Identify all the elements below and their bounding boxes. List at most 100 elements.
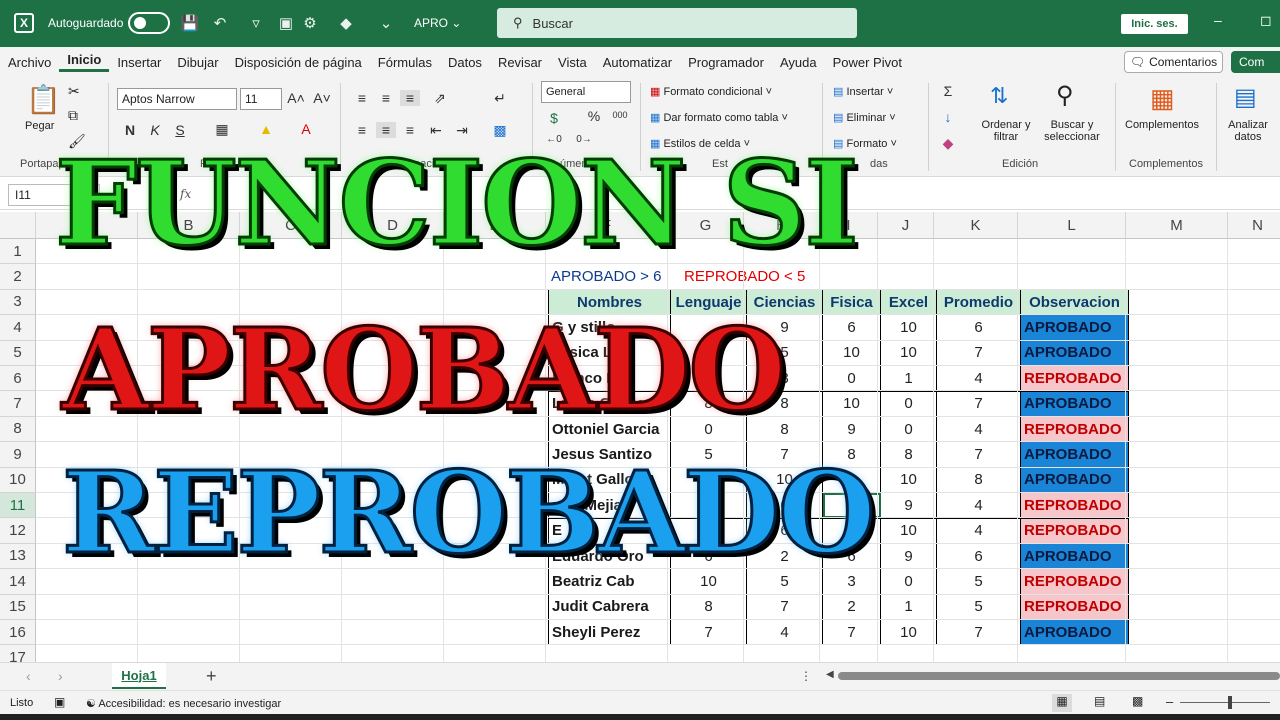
tab-ayuda[interactable]: Ayuda [772,55,825,70]
tab-automatizar[interactable]: Automatizar [595,55,680,70]
font-color-icon[interactable]: A [296,121,316,137]
row-header-8[interactable]: 8 [0,416,36,443]
cell-excel[interactable]: 0 [880,415,937,443]
increase-font-icon[interactable]: A˄ [286,90,306,106]
tab-inicio[interactable]: Inicio [59,52,110,72]
cell-obs[interactable]: REPROBADO [1020,415,1129,443]
cell-excel[interactable]: 10 [880,619,937,646]
font-name-select[interactable]: Aptos Narrow [117,88,237,110]
percent-icon[interactable]: % [584,108,604,124]
analyze-data-button[interactable]: Analizar datos [1226,119,1270,143]
tab-programador[interactable]: Programador [680,55,772,70]
addins-icon[interactable]: ▦ [1150,83,1175,114]
decrease-font-icon[interactable]: A˅ [312,90,332,106]
more-options-icon[interactable]: ⋮ [800,669,812,683]
column-header-l[interactable]: L [1018,212,1126,239]
tab-archivo[interactable]: Archivo [0,55,59,70]
tab-power-pivot[interactable]: Power Pivot [825,55,910,70]
sort-filter-button[interactable]: Ordenar y filtrar [978,119,1034,143]
row-header-4[interactable]: 4 [0,315,36,341]
column-header-m[interactable]: M [1126,212,1228,239]
page-break-view-icon[interactable]: ▩ [1132,694,1143,708]
clear-icon[interactable]: ◆ [938,135,958,152]
format-as-table-button[interactable]: ▦ Dar formato como tabla ˅ [650,111,788,124]
cell-lenguaje[interactable]: 8 [670,593,747,621]
shape-icon[interactable]: ◆ [336,13,356,33]
row-header-1[interactable]: 1 [0,239,36,265]
select-all-corner[interactable] [0,212,36,239]
cut-icon[interactable]: ✂ [68,83,80,100]
page-layout-view-icon[interactable]: ▤ [1094,694,1105,708]
row-header-7[interactable]: 7 [0,391,36,417]
row-header-9[interactable]: 9 [0,442,36,468]
cell-ciencias[interactable]: 7 [746,593,823,621]
row-header-13[interactable]: 13 [0,543,36,570]
form-icon[interactable]: ▣ [276,13,296,33]
cell-promedio[interactable]: 4 [936,415,1021,443]
tab-insertar[interactable]: Insertar [109,55,169,70]
cell-promedio[interactable]: 6 [936,314,1021,341]
cell-promedio[interactable]: 4 [936,365,1021,392]
horizontal-scrollbar[interactable] [838,672,1280,680]
addins-button[interactable]: Complementos [1125,119,1199,131]
cell-obs[interactable]: REPROBADO [1020,365,1129,392]
sign-in-button[interactable]: Inic. ses. [1121,14,1188,34]
row-header-12[interactable]: 12 [0,518,36,544]
cell-promedio[interactable]: 6 [936,542,1021,570]
cell-excel[interactable]: 0 [880,568,937,595]
column-header-j[interactable]: J [878,212,934,239]
cell-excel[interactable]: 9 [880,492,937,519]
orientation-icon[interactable]: ⇗ [430,90,450,107]
row-header-6[interactable]: 6 [0,366,36,392]
font-size-select[interactable]: 11 [240,88,282,110]
search-box[interactable]: ⚲ Buscar [497,8,857,38]
cell-obs[interactable]: REPROBADO [1020,492,1129,519]
zoom-out-icon[interactable]: – [1166,694,1173,709]
cell-ciencias[interactable]: 4 [746,619,823,646]
customize-toolbar-icon[interactable]: ⌄ [376,13,396,33]
file-name[interactable]: APRO ⌄ [414,16,461,30]
cell-excel[interactable]: 10 [880,339,937,367]
fill-color-icon[interactable]: ▲ [256,121,276,137]
share-button[interactable]: Com [1231,51,1280,73]
row-header-15[interactable]: 15 [0,594,36,620]
macro-icon[interactable]: ⚙ [300,13,320,33]
row-header-11[interactable]: 11 [0,493,36,519]
wrap-text-icon[interactable]: ↵ [490,90,510,107]
align-bottom-icon[interactable]: ≡ [400,90,420,106]
cell-promedio[interactable]: 8 [936,466,1021,494]
row-header-3[interactable]: 3 [0,289,36,316]
fill-icon[interactable]: ↓ [938,109,958,125]
cell-excel[interactable]: 10 [880,517,937,544]
filter-icon[interactable]: ▿ [246,13,266,33]
column-header-n[interactable]: N [1228,212,1280,239]
row-header-2[interactable]: 2 [0,264,36,290]
autosave-toggle[interactable] [128,12,170,34]
align-top-icon[interactable]: ≡ [352,90,372,106]
paste-icon[interactable]: 📋 [26,83,61,116]
cell-excel[interactable]: 1 [880,593,937,621]
comments-button[interactable]: 🗨 Comentarios [1124,51,1223,73]
cell-obs[interactable]: APROBADO [1020,466,1129,494]
find-select-icon[interactable]: ⚲ [1056,81,1074,110]
header-promedio[interactable]: Promedio [936,288,1021,316]
copy-icon[interactable]: ⧉ [68,107,78,124]
undo-icon[interactable]: ↶ [210,13,230,33]
paste-button[interactable]: Pegar [25,120,54,132]
accessibility-status[interactable]: ☯ Accesibilidad: es necesario investigar [86,697,281,710]
row-header-5[interactable]: 5 [0,340,36,366]
scroll-left-icon[interactable]: ◀ [826,669,834,680]
cell-fisica[interactable]: 7 [822,619,881,646]
number-format-select[interactable]: General [541,81,631,103]
add-sheet-button[interactable]: + [206,666,217,687]
insert-cells-button[interactable]: ▤ Insertar ˅ [833,85,893,98]
cell-promedio[interactable]: 4 [936,517,1021,544]
minimize-icon[interactable]: – [1214,12,1222,28]
save-icon[interactable]: 💾 [180,13,200,33]
cell-promedio[interactable]: 5 [936,593,1021,621]
find-select-button[interactable]: Buscar y seleccionar [1036,119,1108,143]
cell-obs[interactable]: REPROBADO [1020,517,1129,544]
comma-style-icon[interactable]: 000 [610,110,630,120]
tab-disposición-de-página[interactable]: Disposición de página [227,55,370,70]
cell-promedio[interactable]: 7 [936,390,1021,417]
